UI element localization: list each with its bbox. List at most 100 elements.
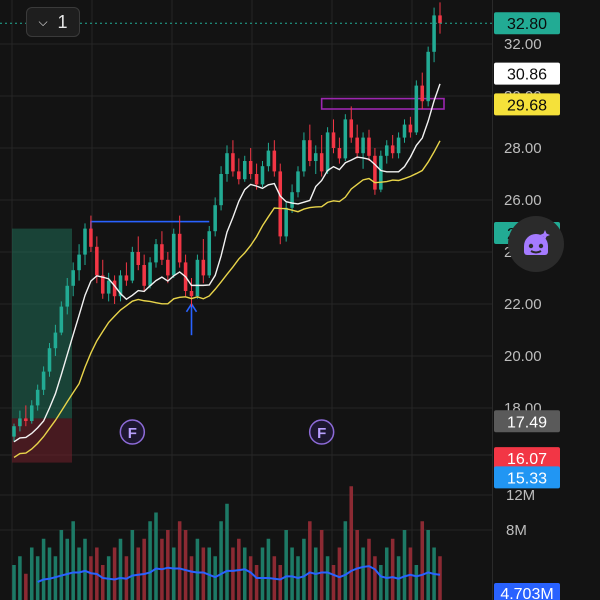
candle-body — [225, 153, 229, 174]
volume-bar — [408, 547, 413, 600]
candle — [231, 140, 235, 177]
candle-body — [53, 332, 58, 349]
candle-body — [272, 150, 277, 172]
volume-bar — [29, 547, 34, 600]
candle-body — [414, 85, 419, 133]
earnings-marker-label: F — [128, 425, 137, 442]
candle-body — [171, 233, 176, 276]
candle — [77, 244, 81, 281]
candle — [296, 166, 300, 198]
candle — [438, 2, 442, 34]
candle-body — [201, 259, 206, 276]
candle-body — [242, 161, 247, 180]
candle-body — [59, 306, 64, 333]
price-tick-label: 32.00 — [504, 36, 542, 53]
candle — [402, 119, 407, 143]
candlestick-series — [12, 2, 442, 442]
assistant-button[interactable] — [508, 216, 564, 272]
candle-body — [296, 171, 300, 193]
volume-bar — [195, 538, 200, 600]
candle — [207, 226, 212, 278]
candle-body — [237, 171, 241, 180]
earnings-marker[interactable]: F — [119, 419, 146, 445]
candle-body — [379, 155, 383, 190]
candle-body — [325, 132, 330, 172]
chevron-down-icon: ⌵ — [38, 14, 48, 29]
event-markers[interactable]: FF — [119, 419, 335, 445]
candle — [355, 124, 359, 159]
volume-bar — [331, 565, 336, 600]
candle — [313, 145, 318, 174]
candle-body — [284, 207, 288, 237]
candle — [266, 142, 271, 172]
candle-body — [231, 153, 235, 172]
candle — [373, 148, 377, 195]
candle-body — [189, 291, 194, 297]
volume-bar — [189, 556, 194, 600]
candle — [177, 215, 182, 268]
price-tick-label: 26.00 — [504, 192, 542, 209]
price-chart[interactable]: FF 34.0032.0030.0028.0026.0024.0022.0020… — [0, 0, 600, 600]
candle — [83, 223, 87, 265]
price-label: 29.68 — [494, 93, 560, 116]
volume-bar — [438, 556, 442, 600]
candle-body — [396, 137, 401, 154]
candle — [426, 46, 430, 107]
volume-bar — [278, 565, 283, 600]
moving-average-lines — [0, 22, 492, 458]
candle-body — [35, 389, 40, 406]
price-label-text: 32.80 — [507, 16, 547, 33]
volume-bar — [302, 538, 306, 600]
volume-bar — [24, 573, 28, 600]
volume-bar — [12, 565, 16, 600]
volume-tick-label: 8M — [506, 522, 527, 539]
volume-bar — [367, 538, 371, 600]
price-label-text: 29.68 — [507, 97, 547, 114]
volume-bar — [77, 547, 81, 600]
candle — [142, 254, 146, 291]
volume-bar — [384, 547, 389, 600]
candle — [308, 124, 312, 167]
price-label: 32.80 — [494, 12, 560, 35]
candle — [290, 184, 294, 213]
volume-bar — [41, 538, 46, 600]
price-label-text: 15.33 — [507, 470, 547, 487]
volume-bar — [142, 538, 146, 600]
candle-body — [248, 161, 253, 174]
volume-bars — [12, 486, 442, 600]
candle — [367, 129, 371, 161]
candle-body — [361, 137, 365, 154]
price-label-text: 30.86 — [507, 67, 547, 84]
candle-body — [349, 119, 354, 138]
candle-body — [355, 137, 359, 154]
candle-body — [148, 262, 152, 286]
range-box-blue — [90, 220, 210, 223]
candle — [171, 228, 176, 278]
candle — [325, 127, 330, 174]
volume-bar — [130, 530, 135, 600]
candle — [160, 231, 164, 265]
candle-body — [195, 259, 200, 297]
volume-bar — [373, 556, 377, 600]
candle-body — [260, 166, 265, 185]
volume-bar — [361, 547, 365, 600]
indicators-collapse-button[interactable]: ⌵ 1 — [26, 7, 80, 37]
volume-bar — [426, 530, 430, 600]
candle — [124, 262, 129, 286]
candle-body — [302, 140, 306, 172]
volume-bar — [47, 547, 52, 600]
candle-body — [278, 171, 283, 237]
earnings-marker[interactable]: F — [308, 419, 335, 445]
candle — [189, 278, 194, 307]
candle-body — [124, 275, 129, 281]
candle-body — [373, 155, 377, 190]
candle — [219, 166, 223, 211]
price-label: 15.33 — [494, 466, 560, 489]
candle — [343, 114, 348, 161]
price-tick-label: 34.00 — [504, 0, 542, 1]
range-box-purple — [320, 97, 445, 110]
volume-bar — [390, 538, 395, 600]
candle-body — [343, 119, 348, 159]
candle — [272, 140, 277, 177]
volume-bar — [231, 547, 235, 600]
